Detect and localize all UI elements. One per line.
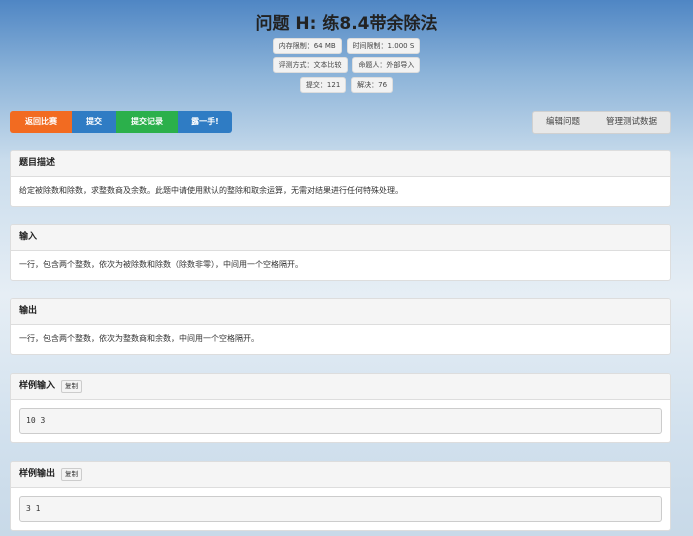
sample-input-panel: 样例输入 复制 10 3: [10, 373, 671, 443]
page-title: 问题 H: 练8.4带余除法: [255, 14, 438, 34]
submit-button[interactable]: 提交: [72, 111, 116, 133]
meta-row-1: 内存限制：64 MB 时间限制：1.000 S: [0, 38, 693, 54]
author-badge: 命题人：外部导入: [352, 57, 421, 73]
sample-output-title: 样例输出: [19, 469, 56, 479]
meta-row-2: 评测方式：文本比较 命题人：外部导入: [0, 57, 693, 73]
input-panel: 输入 一行，包含两个整数，依次为被除数和除数（除数非零），中间用一个空格隔开。: [10, 224, 671, 281]
input-header: 输入: [11, 225, 670, 251]
judge-method-badge: 评测方式：文本比较: [272, 57, 348, 73]
output-header: 输出: [11, 299, 670, 325]
input-text: 一行，包含两个整数，依次为被除数和除数（除数非零），中间用一个空格隔开。: [19, 260, 303, 269]
admin-button-group: 编辑问题 管理测试数据: [531, 111, 671, 134]
action-button-group: 返回比赛 提交 提交记录 露一手!: [10, 111, 232, 133]
description-text: 给定被除数和除数，求整数商及余数。此题中请使用默认的整除和取余运算，无需对结果进…: [19, 186, 403, 195]
sample-output-code: 3 1: [19, 496, 662, 522]
time-limit-badge: 时间限制：1.000 S: [346, 38, 421, 54]
sample-output-header: 样例输出 复制: [11, 462, 670, 488]
description-panel: 题目描述 给定被除数和除数，求整数商及余数。此题中请使用默认的整除和取余运算，无…: [10, 150, 671, 207]
submission-records-button[interactable]: 提交记录: [116, 111, 178, 133]
copy-sample-output-button[interactable]: 复制: [61, 468, 83, 481]
description-header: 题目描述: [11, 151, 670, 177]
sample-input-code: 10 3: [19, 408, 662, 434]
output-panel: 输出 一行，包含两个整数，依次为整数商和余数，中间用一个空格隔开。: [10, 298, 671, 355]
sample-input-header: 样例输入 复制: [11, 374, 670, 400]
meta-row-3: 提交：121 解决：76: [0, 77, 693, 93]
manage-testdata-button[interactable]: 管理测试数据: [593, 112, 670, 133]
memory-limit-badge: 内存限制：64 MB: [272, 38, 342, 54]
output-text: 一行，包含两个整数，依次为整数商和余数，中间用一个空格隔开。: [19, 334, 259, 343]
edit-problem-button[interactable]: 编辑问题: [533, 112, 593, 133]
back-to-contest-button[interactable]: 返回比赛: [10, 111, 72, 133]
sample-input-title: 样例输入: [19, 381, 56, 391]
sample-output-panel: 样例输出 复制 3 1: [10, 461, 671, 531]
show-hand-button[interactable]: 露一手!: [178, 111, 232, 133]
submit-count-badge: 提交：121: [299, 77, 347, 93]
copy-sample-input-button[interactable]: 复制: [61, 380, 83, 393]
solved-count-badge: 解决：76: [351, 77, 394, 93]
